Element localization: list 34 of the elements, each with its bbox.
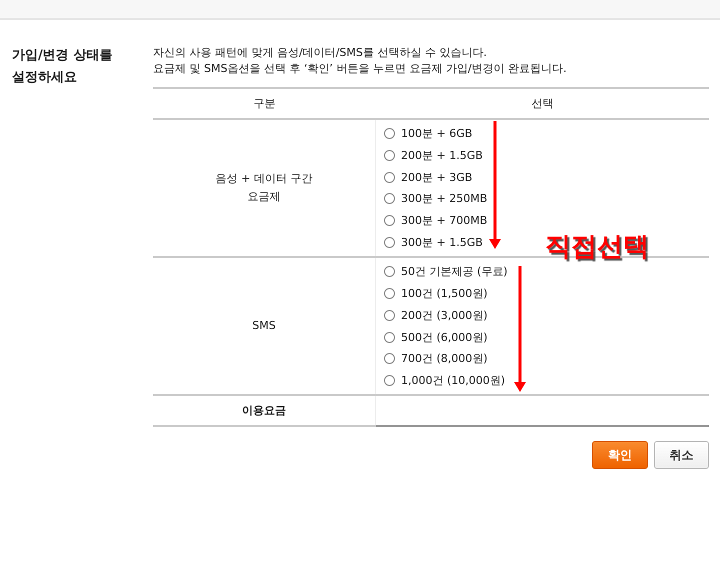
radio-button[interactable] bbox=[384, 236, 395, 248]
radio-option[interactable]: 100건 (1,500원) bbox=[384, 286, 488, 302]
row-label: 이용요금 bbox=[153, 395, 376, 426]
radio-option[interactable]: 100분 + 6GB bbox=[384, 126, 472, 142]
radio-option[interactable]: 300분 + 1.5GB bbox=[384, 234, 483, 250]
row-label: SMS bbox=[153, 257, 376, 396]
radio-option[interactable]: 200분 + 3GB bbox=[384, 170, 472, 185]
column-header: 선택 bbox=[376, 88, 709, 119]
radio-option[interactable]: 200건 (3,000원) bbox=[384, 308, 488, 323]
intro-text: 요금제 및 SMS옵션을 선택 후 ‘확인’ 버튼을 누르면 요금제 가입/변경이 완료됩니다. bbox=[153, 61, 568, 77]
radio-button[interactable] bbox=[384, 150, 395, 162]
intro-text: 자신의 사용 패턴에 맞게 음성/데이터/SMS를 선택하실 수 있습니다. bbox=[153, 45, 488, 61]
radio-button[interactable] bbox=[384, 172, 395, 183]
radio-button[interactable] bbox=[384, 288, 395, 300]
radio-option[interactable]: 300분 + 700MB bbox=[384, 213, 488, 228]
radio-option[interactable]: 200분 + 1.5GB bbox=[384, 148, 483, 164]
annotation-text: 직접선택 bbox=[545, 231, 649, 264]
radio-button[interactable] bbox=[384, 310, 395, 321]
row-label: 음성 + 데이터 구간 요금제 bbox=[153, 119, 376, 258]
radio-option[interactable]: 500건 (6,000원) bbox=[384, 330, 488, 345]
radio-option[interactable]: 1,000건 (10,000원) bbox=[384, 372, 506, 388]
section-heading: 가입/변경 상태를 설정하세요 bbox=[12, 47, 114, 87]
column-header: 구분 bbox=[153, 88, 376, 119]
cancel-button[interactable]: 취소 bbox=[654, 441, 709, 470]
radio-button[interactable] bbox=[384, 215, 395, 226]
radio-button[interactable] bbox=[384, 266, 395, 278]
radio-button[interactable] bbox=[384, 193, 395, 204]
radio-option[interactable]: 700건 (8,000원) bbox=[384, 351, 488, 366]
radio-button[interactable] bbox=[384, 128, 395, 140]
radio-option[interactable]: 50건 기본제공 (무료) bbox=[384, 264, 508, 280]
radio-button[interactable] bbox=[384, 353, 395, 364]
radio-button[interactable] bbox=[384, 374, 395, 386]
radio-button[interactable] bbox=[384, 332, 395, 343]
radio-option[interactable]: 300분 + 250MB bbox=[384, 191, 488, 206]
